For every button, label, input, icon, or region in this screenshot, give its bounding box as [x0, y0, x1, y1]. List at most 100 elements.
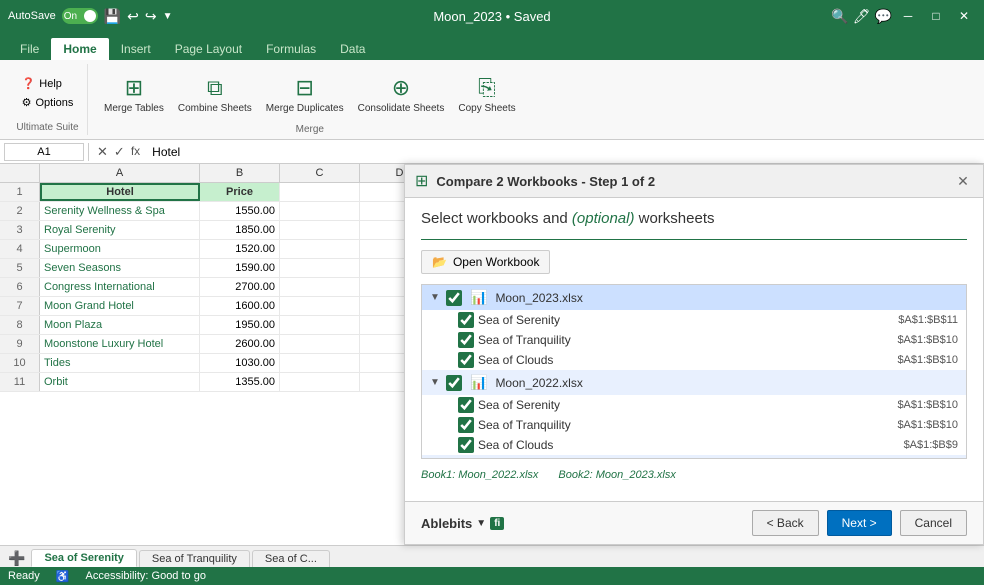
cell-a1[interactable]: Hotel	[40, 183, 200, 201]
cell-b4[interactable]: 1520.00	[200, 240, 280, 258]
cell-a2[interactable]: Serenity Wellness & Spa	[40, 202, 200, 220]
merge-duplicates-button[interactable]: ⊟ Merge Duplicates	[260, 66, 350, 122]
tab-home[interactable]: Home	[51, 38, 108, 60]
cell-c11[interactable]	[280, 373, 360, 391]
undo-icon[interactable]: ↩	[127, 8, 139, 25]
search-icon[interactable]: 🔍	[831, 8, 848, 25]
cell-c5[interactable]	[280, 259, 360, 277]
add-sheet-icon[interactable]: ➕	[4, 550, 29, 567]
cell-c8[interactable]	[280, 316, 360, 334]
cancel-button[interactable]: Cancel	[900, 510, 967, 536]
expand-wb2-icon[interactable]: ▼	[430, 377, 442, 388]
tab-insert[interactable]: Insert	[109, 38, 163, 60]
tab-page-layout[interactable]: Page Layout	[163, 38, 254, 60]
comments-icon[interactable]: 💬	[875, 8, 892, 25]
cell-b10[interactable]: 1030.00	[200, 354, 280, 372]
workbook-item-moon-2022[interactable]: ▼ 📊 Moon_2022.xlsx	[422, 370, 966, 395]
sheet-row-wb2-1[interactable]: Sea of Serenity $A$1:$B$10	[422, 395, 966, 415]
cell-c3[interactable]	[280, 221, 360, 239]
wb1-checkbox[interactable]	[446, 290, 462, 306]
cell-b7[interactable]: 1600.00	[200, 297, 280, 315]
cell-c6[interactable]	[280, 278, 360, 296]
cell-a3[interactable]: Royal Serenity	[40, 221, 200, 239]
tab-formulas[interactable]: Formulas	[254, 38, 328, 60]
cell-b2[interactable]: 1550.00	[200, 202, 280, 220]
cell-c9[interactable]	[280, 335, 360, 353]
tab-file[interactable]: File	[8, 38, 51, 60]
formula-input[interactable]	[148, 145, 980, 159]
expand-wb1-icon[interactable]: ▼	[430, 292, 442, 303]
wb1-sheet1-checkbox[interactable]	[458, 312, 474, 328]
options-button[interactable]: ⚙ Options	[18, 94, 78, 111]
accessibility-status: Accessibility: Good to go	[86, 570, 206, 582]
sheet-tab-sea-of-serenity[interactable]: Sea of Serenity	[31, 549, 136, 567]
cell-c1[interactable]	[280, 183, 360, 201]
cell-c10[interactable]	[280, 354, 360, 372]
fi-badge: fi	[490, 517, 504, 530]
cell-b1[interactable]: Price	[200, 183, 280, 201]
cell-a9[interactable]: Moonstone Luxury Hotel	[40, 335, 200, 353]
help-button[interactable]: ❓ Help	[18, 75, 78, 92]
cell-reference-input[interactable]	[4, 143, 84, 161]
wb1-sheet3-checkbox[interactable]	[458, 352, 474, 368]
options-icon: ⚙	[22, 96, 32, 109]
cell-a8[interactable]: Moon Plaza	[40, 316, 200, 334]
dropdown-icon[interactable]: ▼	[163, 11, 173, 22]
copy-sheets-button[interactable]: ⎘ Copy Sheets	[452, 66, 521, 122]
sheet-row-wb1-3[interactable]: Sea of Clouds $A$1:$B$10	[422, 350, 966, 370]
cell-a11[interactable]: Orbit	[40, 373, 200, 391]
col-header-b: B	[200, 164, 280, 182]
minimize-button[interactable]: ─	[896, 4, 920, 28]
cell-a5[interactable]: Seven Seasons	[40, 259, 200, 277]
sheet-row-wb1-1[interactable]: Sea of Serenity $A$1:$B$11	[422, 310, 966, 330]
cell-c2[interactable]	[280, 202, 360, 220]
wb2-sheet1-checkbox[interactable]	[458, 397, 474, 413]
back-button[interactable]: < Back	[752, 510, 819, 536]
next-button[interactable]: Next >	[827, 510, 892, 536]
ablebits-dropdown-icon[interactable]: ▼	[476, 518, 486, 529]
sheet-tab-sea-of-tranquility[interactable]: Sea of Tranquility	[139, 550, 250, 567]
cell-c4[interactable]	[280, 240, 360, 258]
wb2-sheet2-checkbox[interactable]	[458, 417, 474, 433]
sheet-tab-sea-of-clouds[interactable]: Sea of C...	[252, 550, 330, 567]
open-workbook-button[interactable]: 📂 Open Workbook	[421, 250, 550, 274]
tab-data[interactable]: Data	[328, 38, 377, 60]
save-icon[interactable]: 💾	[104, 8, 121, 25]
wb2-sheet3-checkbox[interactable]	[458, 437, 474, 453]
cell-b11[interactable]: 1355.00	[200, 373, 280, 391]
merge-group-label: Merge	[296, 122, 324, 135]
cell-a4[interactable]: Supermoon	[40, 240, 200, 258]
consolidate-sheets-button[interactable]: ⊕ Consolidate Sheets	[352, 66, 451, 122]
sheet-row-wb2-3[interactable]: Sea of Clouds $A$1:$B$9	[422, 435, 966, 455]
redo-icon[interactable]: ↪	[145, 8, 157, 25]
workbook-item-moon-2021[interactable]: ▼ 📊 Moon_2021.xlsx	[422, 455, 966, 459]
cell-a6[interactable]: Congress International	[40, 278, 200, 296]
workbook-list[interactable]: ▼ 📊 Moon_2023.xlsx Sea of Serenity $A$1:…	[421, 284, 967, 459]
cell-b6[interactable]: 2700.00	[200, 278, 280, 296]
close-button[interactable]: ✕	[952, 4, 976, 28]
wb1-sheet2-checkbox[interactable]	[458, 332, 474, 348]
combine-sheets-button[interactable]: ⧉ Combine Sheets	[172, 66, 258, 122]
cancel-formula-icon[interactable]: ✕	[97, 144, 108, 160]
dialog-title: Compare 2 Workbooks - Step 1 of 2	[436, 174, 945, 189]
cell-b5[interactable]: 1590.00	[200, 259, 280, 277]
insert-function-icon[interactable]: fx	[131, 144, 140, 160]
sheet-row-wb2-2[interactable]: Sea of Tranquility $A$1:$B$10	[422, 415, 966, 435]
cell-b3[interactable]: 1850.00	[200, 221, 280, 239]
dialog-close-button[interactable]: ✕	[953, 171, 973, 191]
merge-tables-button[interactable]: ⊞ Merge Tables	[98, 66, 170, 122]
wb2-file-icon: 📊	[470, 374, 487, 391]
sheet-row-wb1-2[interactable]: Sea of Tranquility $A$1:$B$10	[422, 330, 966, 350]
confirm-formula-icon[interactable]: ✓	[114, 144, 125, 160]
wb2-checkbox[interactable]	[446, 375, 462, 391]
workbook-item-moon-2023[interactable]: ▼ 📊 Moon_2023.xlsx	[422, 285, 966, 310]
cell-a7[interactable]: Moon Grand Hotel	[40, 297, 200, 315]
cell-c7[interactable]	[280, 297, 360, 315]
ribbon-display-icon[interactable]: 🖊	[853, 8, 871, 25]
maximize-button[interactable]: □	[924, 4, 948, 28]
cell-a10[interactable]: Tides	[40, 354, 200, 372]
cell-b8[interactable]: 1950.00	[200, 316, 280, 334]
autosave-toggle[interactable]: On	[62, 8, 98, 24]
open-workbook-label: Open Workbook	[453, 255, 540, 269]
cell-b9[interactable]: 2600.00	[200, 335, 280, 353]
